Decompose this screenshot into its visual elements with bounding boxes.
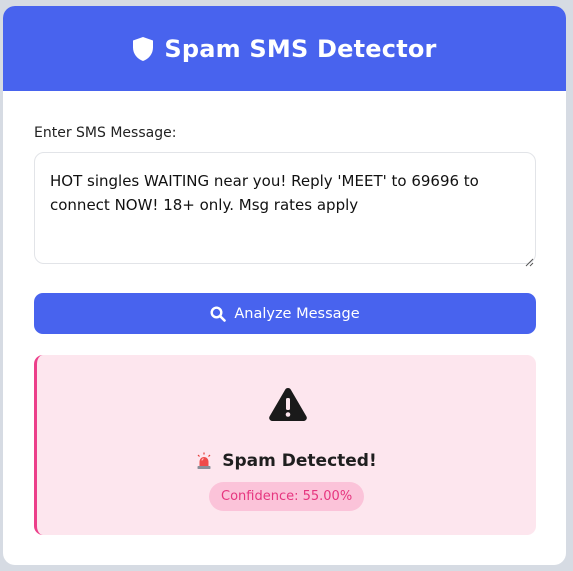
result-status: Spam Detected! (37, 451, 536, 471)
confidence-badge: Confidence: 55.00% (209, 482, 365, 511)
message-label: Enter SMS Message: (34, 125, 177, 141)
page-title: Spam SMS Detector (164, 34, 437, 63)
shield-icon (132, 36, 154, 62)
detector-card: Spam SMS Detector Enter SMS Message: HOT… (3, 6, 566, 565)
warning-icon (268, 386, 308, 422)
resize-handle-icon[interactable] (524, 252, 534, 267)
analyze-message-button[interactable]: Analyze Message (34, 293, 536, 334)
result-panel: Spam Detected! Confidence: 55.00% (34, 355, 536, 535)
search-icon (210, 305, 227, 322)
siren-icon (196, 452, 212, 470)
sms-message-input[interactable]: HOT singles WAITING near you! Reply 'MEE… (34, 152, 536, 264)
analyze-button-label: Analyze Message (234, 305, 360, 322)
result-title: Spam Detected! (222, 451, 377, 471)
app-header: Spam SMS Detector (3, 6, 566, 91)
